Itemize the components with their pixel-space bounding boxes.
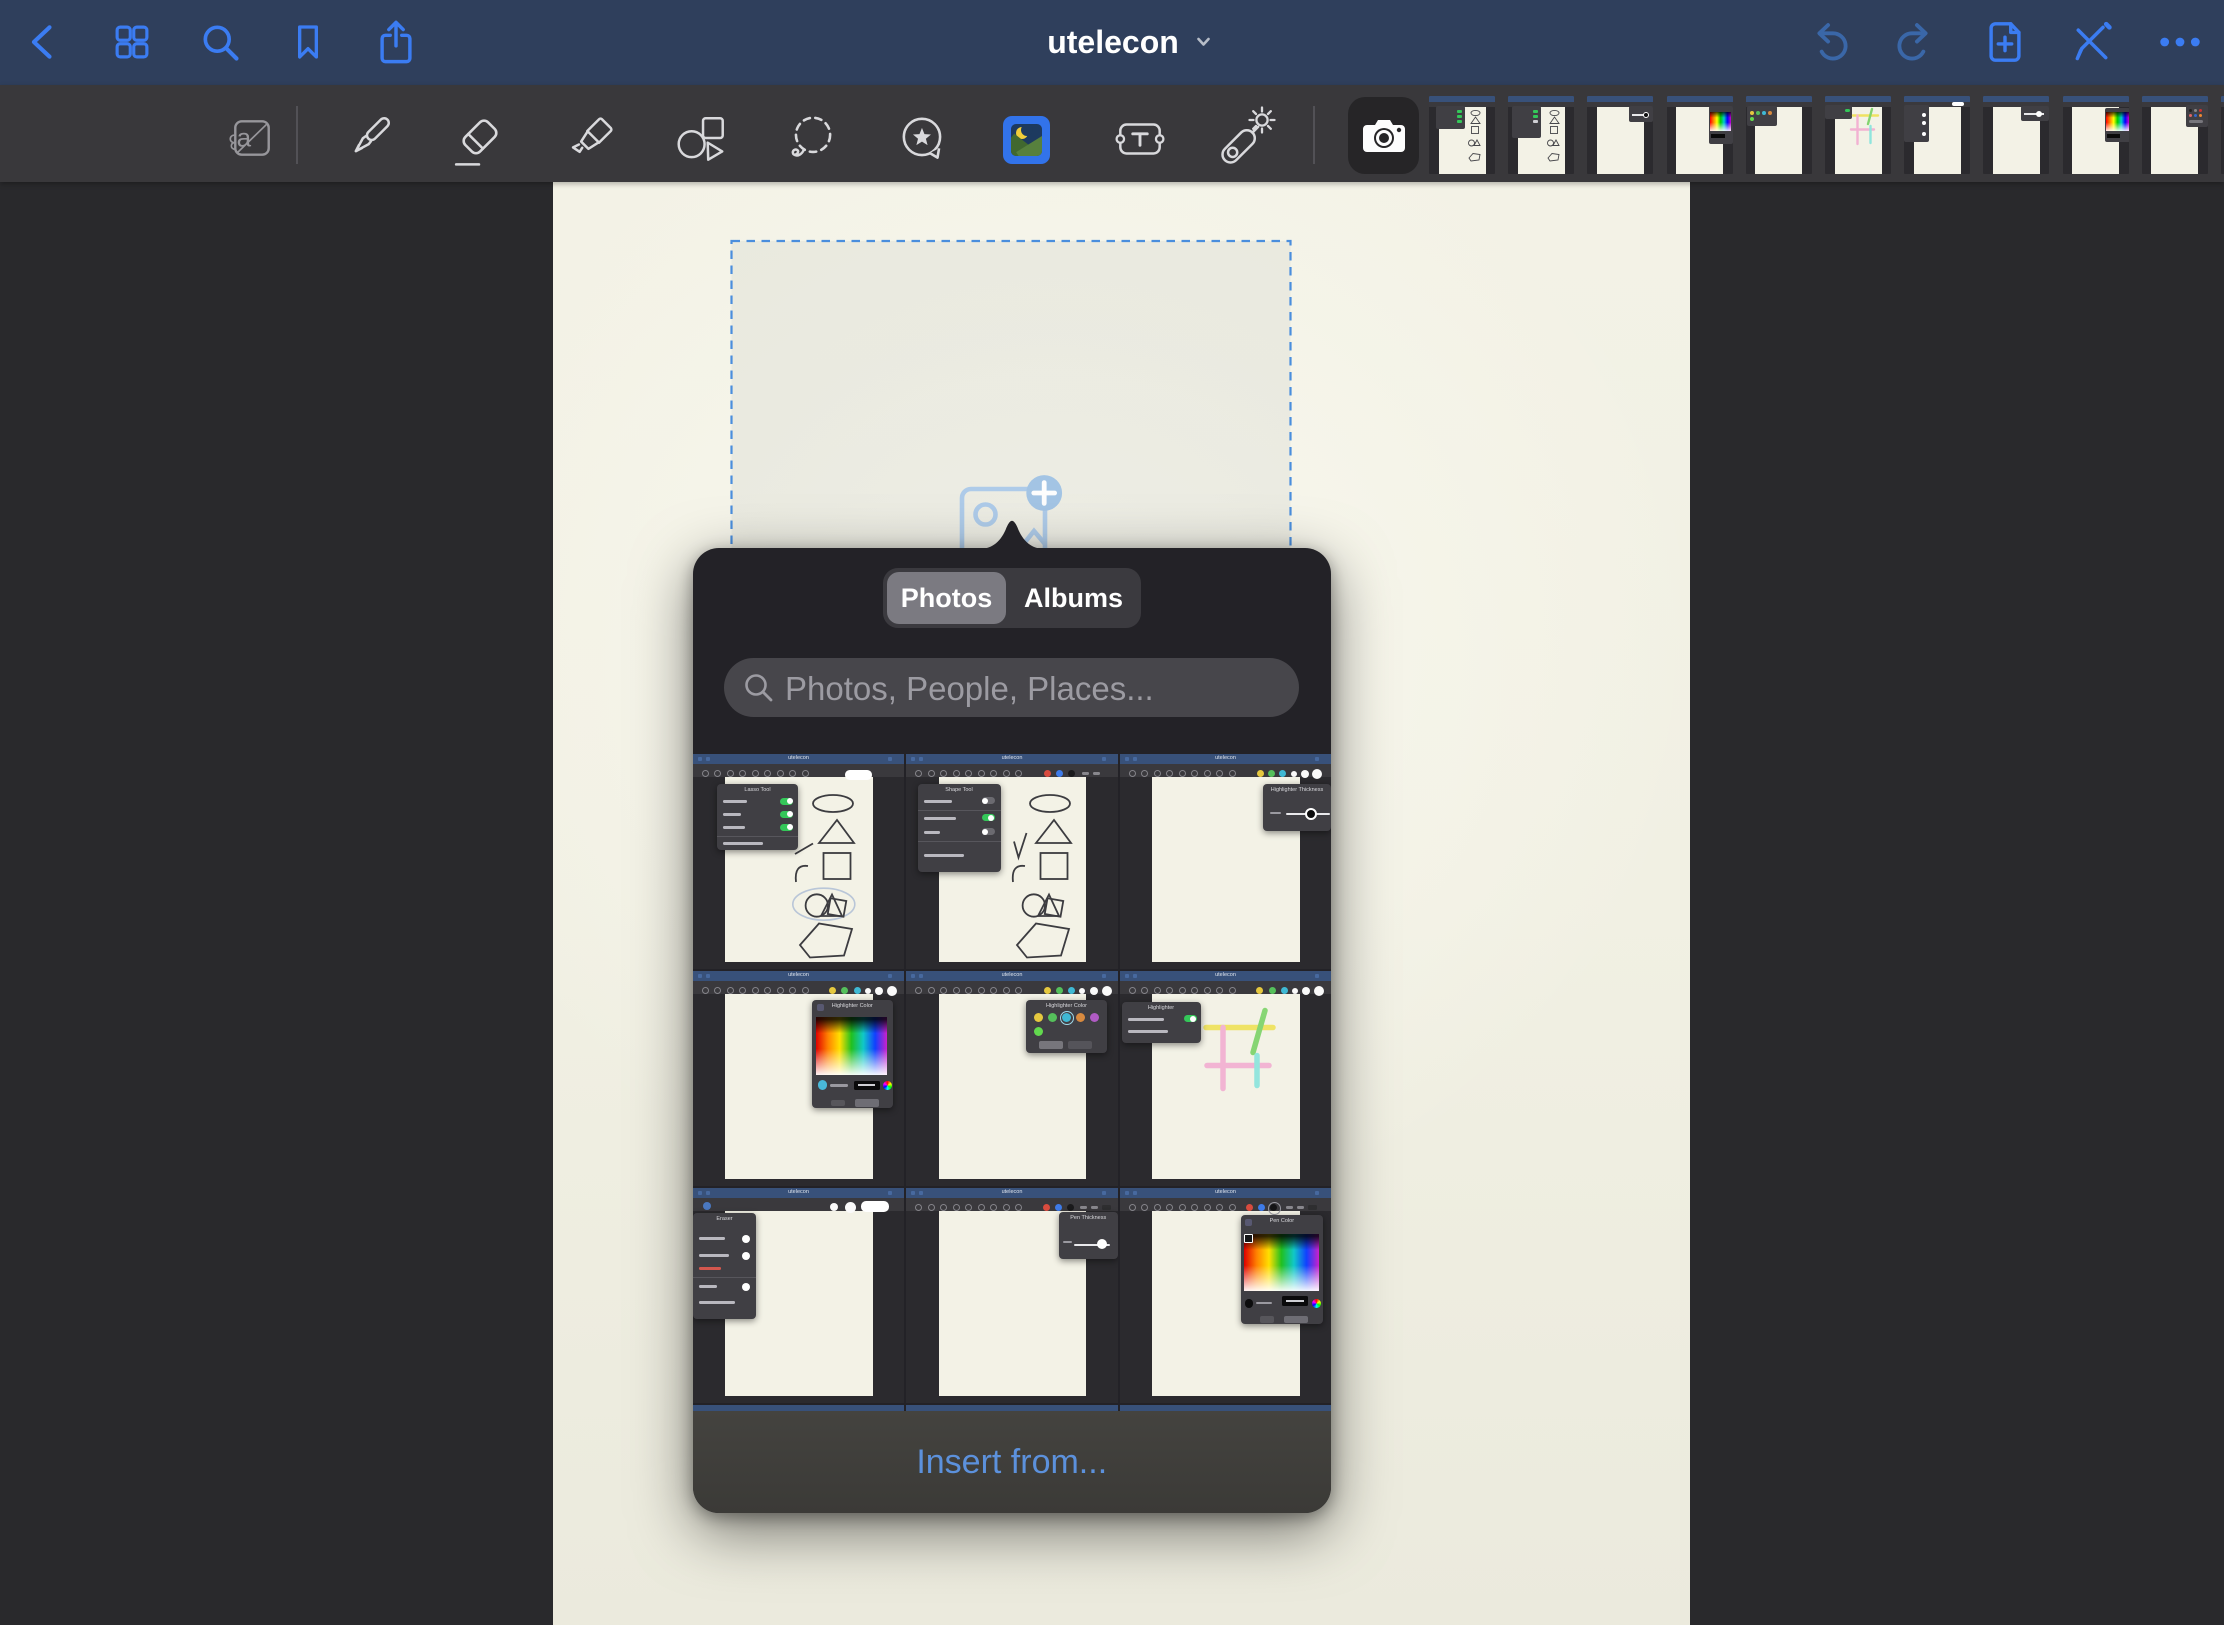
svg-text:a: a: [237, 122, 252, 152]
